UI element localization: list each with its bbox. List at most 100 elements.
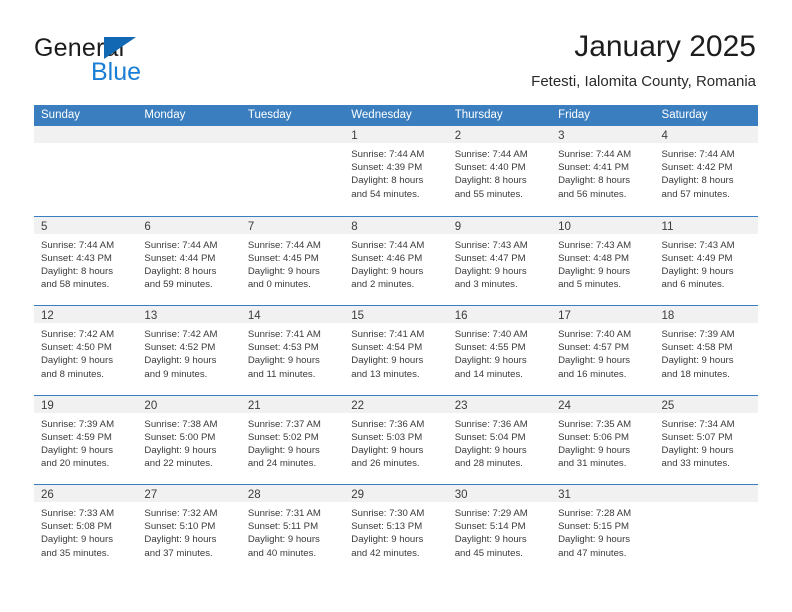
day-number-band: 1: [344, 126, 448, 143]
calendar-weeks: 1 Sunrise: 7:44 AM Sunset: 4:39 PM Daylight…: [34, 126, 758, 574]
day-cell[interactable]: 31 Sunrise: 7:28 AM Sunset: 5:15 PM Dayligh…: [551, 485, 655, 574]
day-detail-line: Daylight: 9 hours: [351, 355, 424, 367]
day-details: Sunrise: 7:36 AM Sunset: 5:04 PM Daylight:…: [448, 413, 551, 471]
day-detail-line: Sunrise: 7:44 AM: [144, 239, 218, 251]
day-number-band: 18: [654, 306, 758, 323]
day-detail-line: and 13 minutes.: [351, 368, 420, 380]
calendar-week-row: 5 Sunrise: 7:44 AM Sunset: 4:43 PM Daylight…: [34, 215, 758, 306]
day-detail-line: and 2 minutes.: [351, 279, 415, 291]
day-detail-line: Daylight: 9 hours: [351, 534, 424, 546]
day-cell[interactable]: 1 Sunrise: 7:44 AM Sunset: 4:39 PM Daylight…: [344, 126, 448, 216]
day-cell[interactable]: 3 Sunrise: 7:44 AM Sunset: 4:41 PM Daylight…: [551, 126, 655, 216]
day-number: 15: [351, 310, 365, 322]
day-details: [241, 143, 344, 148]
day-cell[interactable]: 20 Sunrise: 7:38 AM Sunset: 5:00 PM Dayligh…: [137, 395, 241, 485]
day-cell[interactable]: 22 Sunrise: 7:36 AM Sunset: 5:03 PM Dayligh…: [344, 395, 448, 485]
day-detail-line: Daylight: 9 hours: [41, 534, 113, 546]
day-cell[interactable]: 17 Sunrise: 7:40 AM Sunset: 4:57 PM Dayligh…: [551, 306, 655, 395]
day-detail-line: and 22 minutes.: [144, 458, 213, 470]
calendar-week-row: 26 Sunrise: 7:33 AM Sunset: 5:08 PM Dayligh…: [34, 484, 758, 574]
day-cell[interactable]: 24 Sunrise: 7:35 AM Sunset: 5:06 PM Dayligh…: [551, 395, 655, 485]
day-detail-line: Sunrise: 7:40 AM: [558, 329, 632, 340]
weekday-header-wednesday: Wednesday: [351, 109, 412, 121]
day-detail-line: and 18 minutes.: [661, 368, 730, 380]
day-details: Sunrise: 7:44 AM Sunset: 4:42 PM Daylight:…: [655, 143, 758, 201]
day-detail-line: Daylight: 9 hours: [661, 265, 734, 277]
day-number: 29: [351, 489, 365, 501]
day-cell[interactable]: 2 Sunrise: 7:44 AM Sunset: 4:40 PM Daylight…: [447, 126, 552, 216]
day-number-band: 11: [654, 216, 758, 234]
day-cell[interactable]: 26 Sunrise: 7:33 AM Sunset: 5:08 PM Dayligh…: [34, 485, 138, 574]
day-detail-line: Sunset: 4:57 PM: [558, 342, 630, 354]
day-cell[interactable]: 8 Sunrise: 7:44 AM Sunset: 4:46 PM Daylight…: [344, 216, 448, 306]
day-number: 6: [144, 220, 151, 233]
day-cell[interactable]: 15 Sunrise: 7:41 AM Sunset: 4:54 PM Dayligh…: [344, 306, 448, 395]
day-number-band: 10: [551, 216, 655, 234]
day-cell[interactable]: 13 Sunrise: 7:42 AM Sunset: 4:52 PM Dayligh…: [137, 306, 241, 395]
day-number: 22: [351, 399, 365, 412]
day-cell[interactable]: 6 Sunrise: 7:44 AM Sunset: 4:44 PM Daylight…: [137, 216, 241, 306]
calendar-grid: Sunday Monday Tuesday Wednesday Thursday Frid…: [34, 105, 758, 574]
day-detail-line: Sunrise: 7:44 AM: [661, 149, 735, 160]
day-cell[interactable]: 28 Sunrise: 7:31 AM Sunset: 5:11 PM Dayligh…: [240, 485, 345, 574]
day-number: 10: [558, 220, 571, 233]
day-cell[interactable]: 11 Sunrise: 7:43 AM Sunset: 4:49 PM Dayligh…: [654, 216, 758, 306]
day-details: Sunrise: 7:34 AM Sunset: 5:07 PM Daylight:…: [655, 413, 758, 471]
day-detail-line: Daylight: 9 hours: [247, 534, 320, 546]
day-detail-line: Sunset: 4:40 PM: [454, 162, 526, 174]
day-detail-line: and 37 minutes.: [144, 547, 213, 559]
day-number: 1: [351, 130, 358, 142]
day-details: Sunrise: 7:42 AM Sunset: 4:50 PM Daylight:…: [34, 323, 137, 381]
brand-logo[interactable]: General Blue: [34, 34, 274, 90]
day-detail-line: Sunset: 5:10 PM: [144, 521, 216, 533]
day-cell[interactable]: 16 Sunrise: 7:40 AM Sunset: 4:55 PM Dayligh…: [447, 306, 552, 395]
calendar-week-row: 1 Sunrise: 7:44 AM Sunset: 4:39 PM Daylight…: [34, 126, 758, 216]
day-cell-empty: [654, 485, 758, 574]
day-detail-line: and 56 minutes.: [558, 188, 627, 200]
day-detail-line: Sunrise: 7:32 AM: [144, 508, 218, 519]
day-cell[interactable]: 9 Sunrise: 7:43 AM Sunset: 4:47 PM Daylight…: [447, 216, 552, 306]
day-cell[interactable]: 10 Sunrise: 7:43 AM Sunset: 4:48 PM Dayligh…: [551, 216, 655, 306]
day-cell[interactable]: 19 Sunrise: 7:39 AM Sunset: 4:59 PM Dayligh…: [34, 395, 138, 485]
day-details: Sunrise: 7:36 AM Sunset: 5:03 PM Daylight:…: [344, 413, 447, 471]
day-cell[interactable]: 21 Sunrise: 7:37 AM Sunset: 5:02 PM Dayligh…: [240, 395, 345, 485]
day-cell[interactable]: 5 Sunrise: 7:44 AM Sunset: 4:43 PM Daylight…: [34, 216, 138, 306]
day-detail-line: and 40 minutes.: [247, 547, 317, 559]
day-details: Sunrise: 7:44 AM Sunset: 4:44 PM Daylight:…: [137, 234, 240, 292]
day-detail-line: Sunrise: 7:36 AM: [351, 418, 425, 430]
day-detail-line: Sunset: 4:44 PM: [144, 252, 216, 264]
day-number-band: 29: [344, 485, 448, 502]
day-cell[interactable]: 30 Sunrise: 7:29 AM Sunset: 5:14 PM Dayligh…: [447, 485, 552, 574]
day-detail-line: and 42 minutes.: [351, 547, 420, 559]
day-detail-line: Daylight: 9 hours: [247, 265, 320, 277]
day-cell[interactable]: 25 Sunrise: 7:34 AM Sunset: 5:07 PM Dayligh…: [654, 395, 758, 485]
day-detail-line: Sunset: 4:39 PM: [351, 162, 423, 174]
day-cell[interactable]: 7 Sunrise: 7:44 AM Sunset: 4:45 PM Daylight…: [240, 216, 345, 306]
day-detail-line: and 16 minutes.: [558, 368, 627, 380]
day-cell[interactable]: 29 Sunrise: 7:30 AM Sunset: 5:13 PM Dayligh…: [344, 485, 448, 574]
day-details: Sunrise: 7:32 AM Sunset: 5:10 PM Daylight:…: [137, 502, 240, 560]
day-cell[interactable]: 4 Sunrise: 7:44 AM Sunset: 4:42 PM Daylight…: [654, 126, 758, 216]
day-detail-line: and 20 minutes.: [41, 458, 110, 470]
day-details: Sunrise: 7:43 AM Sunset: 4:48 PM Daylight:…: [551, 234, 654, 292]
day-detail-line: Sunrise: 7:39 AM: [661, 329, 735, 340]
day-details: Sunrise: 7:44 AM Sunset: 4:39 PM Daylight:…: [344, 143, 447, 201]
day-detail-line: and 35 minutes.: [41, 547, 110, 559]
day-number-band: 24: [551, 395, 655, 413]
day-detail-line: Sunrise: 7:44 AM: [351, 239, 425, 251]
day-details: Sunrise: 7:40 AM Sunset: 4:55 PM Daylight:…: [448, 323, 551, 381]
day-cell[interactable]: 27 Sunrise: 7:32 AM Sunset: 5:10 PM Dayligh…: [137, 485, 241, 574]
weekday-header-thursday: Thursday: [454, 109, 503, 121]
day-cell[interactable]: 14 Sunrise: 7:41 AM Sunset: 4:53 PM Dayligh…: [240, 306, 345, 395]
day-detail-line: Sunrise: 7:44 AM: [351, 149, 425, 160]
day-cell[interactable]: 23 Sunrise: 7:36 AM Sunset: 5:04 PM Dayligh…: [447, 395, 552, 485]
day-detail-line: Daylight: 9 hours: [454, 355, 527, 367]
day-cell[interactable]: 12 Sunrise: 7:42 AM Sunset: 4:50 PM Dayligh…: [34, 306, 138, 395]
day-number-band: [34, 126, 138, 143]
brand-name-blue: Blue: [91, 58, 142, 86]
day-cell[interactable]: 18 Sunrise: 7:39 AM Sunset: 4:58 PM Dayligh…: [654, 306, 758, 395]
day-number: 3: [558, 130, 565, 142]
day-detail-line: and 0 minutes.: [247, 279, 311, 291]
day-detail-line: and 54 minutes.: [351, 188, 420, 200]
day-detail-line: Sunrise: 7:39 AM: [41, 418, 115, 430]
